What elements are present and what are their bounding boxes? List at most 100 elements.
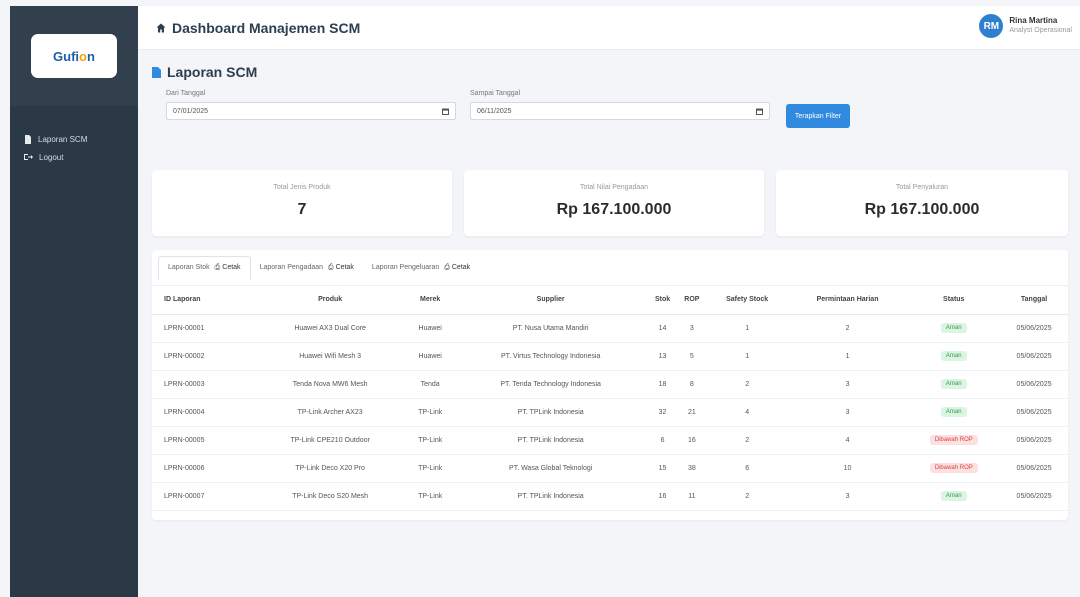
table-row: LPRN-00004 TP-Link Archer AX23 TP-Link PT. … [152,398,1068,427]
user-menu[interactable]: RM Rina Martina Analyst Operasional [979,14,1072,38]
table-cell: 05/06/2025 [1000,314,1068,343]
table-cell: TP-Link CPE210 Outdoor [253,426,407,455]
table-cell: 3 [787,482,908,511]
to-date-field: Sampai Tanggal 06/11/2025 [470,90,770,120]
table-cell: 16 [647,482,678,511]
table-cell: TP-Link [406,398,454,427]
table-cell: 3 [787,398,908,427]
sidebar-item-logout[interactable]: Logout [10,148,138,166]
table-cell: 15 [647,454,678,483]
table-cell: Huawei AX3 Dual Core [253,314,407,343]
status-badge: Aman [940,323,967,333]
tab-laporan-pengadaan[interactable]: Laporan Pengadaan ⎙ Cetak [251,256,363,280]
table-cell: 6 [647,426,678,455]
report-tabs: Laporan Stok ⎙ Cetak Laporan Pengadaan ⎙ C… [152,250,1068,286]
to-date-input[interactable]: 06/11/2025 [470,102,770,120]
table-cell: PT. TPLink Indonesia [453,482,648,511]
status-badge: Aman [940,491,967,501]
print-procurement-button[interactable]: ⎙ Cetak [328,264,354,272]
table-cell: 2 [706,426,788,455]
table-cell: PT. Virtus Technology Indonesia [453,342,648,371]
tab-laporan-pengeluaran[interactable]: Laporan Pengeluaran ⎙ Cetak [363,256,479,280]
table-cell: LPRN-00004 [152,398,254,427]
status-badge: Dibawah ROP [929,463,978,473]
table-cell: 32 [647,398,678,427]
col-header: ID Laporan [152,286,254,315]
status-badge: Aman [940,379,967,389]
col-header: Produk [253,286,407,315]
table-cell: TP-Link Archer AX23 [253,398,407,427]
status-badge: Aman [940,407,967,417]
sidebar-nav: Laporan SCM Logout [10,106,138,166]
print-expenditure-button[interactable]: ⎙ Cetak [444,264,470,272]
table-cell: Aman [907,482,1001,511]
table-cell: LPRN-00003 [152,370,254,399]
table-cell: Aman [907,314,1001,343]
logo-area: Gufi o n [10,6,138,106]
table-cell: 8 [677,370,707,399]
table-row: LPRN-00005 TP-Link CPE210 Outdoor TP-Link P… [152,426,1068,455]
table-cell: 4 [787,426,908,455]
table-cell: LPRN-00005 [152,426,254,455]
calendar-icon[interactable] [756,108,763,115]
col-header: Permintaan Harian [787,286,908,315]
table-cell: Dibawah ROP [907,426,1001,455]
col-header: Supplier [453,286,648,315]
table-cell: 3 [787,370,908,399]
user-role: Analyst Operasional [1009,27,1072,34]
table-body: LPRN-00001 Huawei AX3 Dual Core Huawei PT. … [152,314,1068,511]
printer-icon: ⎙ [444,263,450,271]
table-cell: 05/06/2025 [1000,454,1068,483]
from-date-input[interactable]: 07/01/2025 [166,102,456,120]
table-cell: 05/06/2025 [1000,482,1068,511]
table-cell: PT. TPLink Indonesia [453,426,648,455]
sidebar-item-laporan-scm[interactable]: Laporan SCM [10,130,138,148]
table-cell: 4 [706,398,788,427]
table-row: LPRN-00003 Tenda Nova MW6 Mesh Tenda PT. Te… [152,370,1068,399]
table-cell: PT. TPLink Indonesia [453,398,648,427]
table-cell: 05/06/2025 [1000,370,1068,399]
sidebar: Gufi o n Laporan SCM Logout [10,6,138,597]
from-date-field: Dari Tanggal 07/01/2025 [166,90,456,120]
table-cell: LPRN-00002 [152,342,254,371]
to-date-label: Sampai Tanggal [470,90,521,97]
table-cell: Huawei [406,314,454,343]
table-cell: 1 [787,342,908,371]
calendar-icon[interactable] [442,108,449,115]
stat-card-total-products: Total Jenis Produk 7 [152,170,452,236]
table-cell: Huawei [406,342,454,371]
from-date-label: Dari Tanggal [166,90,206,97]
status-badge: Dibawah ROP [929,435,978,445]
main-content: Laporan SCM Dari Tanggal 07/01/2025 Samp… [138,50,1080,597]
table-cell: PT. Tenda Technology Indonesia [453,370,648,399]
table-cell: TP-Link Deco X20 Pro [253,454,407,483]
logout-icon [24,154,33,160]
table-cell: Dibawah ROP [907,454,1001,483]
table-cell: 21 [677,398,707,427]
col-header: Merek [406,286,454,315]
table-cell: LPRN-00007 [152,482,254,511]
document-icon [25,134,31,144]
table-cell: Aman [907,370,1001,399]
print-stock-button[interactable]: ⎙ Cetak [215,264,241,272]
table-cell: LPRN-00001 [152,314,254,343]
printer-icon: ⎙ [328,263,334,271]
table-cell: Aman [907,398,1001,427]
table-cell: 05/06/2025 [1000,426,1068,455]
table-cell: TP-Link [406,482,454,511]
table-cell: Aman [907,342,1001,371]
table-cell: 1 [706,314,788,343]
page-title: Laporan SCM [152,64,1068,80]
table-cell: 3 [677,314,707,343]
table-row: LPRN-00007 TP-Link Deco S20 Mesh TP-Link PT… [152,482,1068,511]
sidebar-item-label: Logout [39,152,64,162]
apply-filter-button[interactable]: Terapkan Filter [786,104,850,128]
col-header: ROP [677,286,707,315]
document-icon [152,66,161,78]
tab-laporan-stok[interactable]: Laporan Stok ⎙ Cetak [158,255,251,280]
brand-logo[interactable]: Gufi o n [31,34,117,78]
table-cell: 2 [787,314,908,343]
table-cell: Huawei Wifi Mesh 3 [253,342,407,371]
status-badge: Aman [940,351,967,361]
table-cell: 5 [677,342,707,371]
